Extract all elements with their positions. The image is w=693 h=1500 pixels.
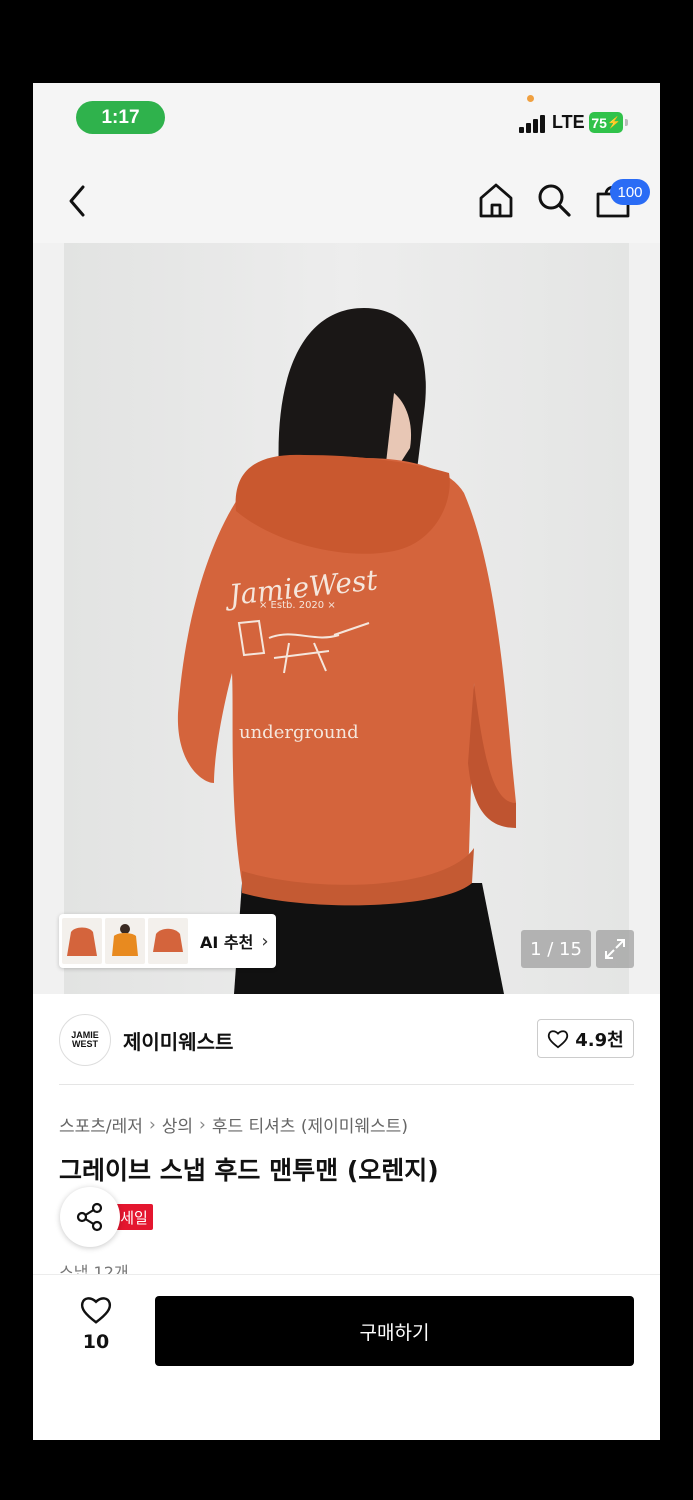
mic-indicator-icon — [527, 95, 534, 102]
home-icon[interactable] — [477, 181, 515, 219]
brand-like-button[interactable]: 4.9천 — [537, 1019, 634, 1058]
ai-recommend-label: AI 추천 — [200, 933, 254, 952]
product-title: 그레이브 스냅 후드 맨투맨 (오렌지) — [59, 1156, 439, 1185]
buy-button[interactable]: 구매하기 — [155, 1296, 634, 1366]
battery-cap — [625, 119, 628, 126]
image-counter: 1 / 15 — [521, 930, 591, 968]
status-time: 1:17 — [76, 101, 165, 134]
search-icon[interactable] — [535, 181, 573, 219]
model-illustration: JamieWest × Estb. 2020 × underground — [177, 308, 516, 994]
battery-level: 75 — [591, 114, 607, 131]
recommend-thumb-1[interactable] — [62, 918, 102, 964]
brand-logo[interactable]: JAMIE WEST — [59, 1014, 111, 1066]
app-screen: 1:17 LTE 75 ⚡ 100 JamieWest × Estb. 2020… — [33, 83, 660, 1440]
hoodie-print-underground: underground — [239, 722, 359, 743]
bottom-action-bar: 10 구매하기 — [33, 1274, 660, 1440]
expand-icon[interactable] — [596, 930, 634, 968]
chevron-right-icon: › — [261, 930, 269, 952]
brand-logo-line2: WEST — [72, 1039, 98, 1049]
status-bar: 1:17 LTE 75 ⚡ — [33, 83, 660, 153]
chevron-right-icon: › — [148, 1114, 156, 1135]
share-icon — [76, 1202, 103, 1232]
breadcrumb: 스포츠/레저 › 상의 › 후드 티셔츠 (제이미웨스트) — [59, 1112, 408, 1138]
chevron-right-icon: › — [199, 1114, 206, 1135]
product-gallery[interactable]: JamieWest × Estb. 2020 × underground AI … — [33, 243, 660, 994]
brand-name[interactable]: 제이미웨스트 — [123, 1026, 233, 1055]
recommend-thumb-3[interactable] — [148, 918, 188, 964]
top-nav — [33, 153, 660, 243]
brand-like-count: 4.9천 — [575, 1029, 624, 1051]
breadcrumb-item[interactable]: 스포츠/레저 — [59, 1112, 143, 1137]
back-icon[interactable] — [63, 181, 93, 221]
network-label: LTE — [552, 112, 585, 132]
breadcrumb-item[interactable]: 후드 티셔츠 (제이미웨스트) — [212, 1112, 408, 1137]
brand-row[interactable]: JAMIE WEST 제이미웨스트 4.9천 — [33, 994, 660, 1086]
share-button[interactable] — [60, 1187, 120, 1247]
heart-outline-icon — [548, 1029, 569, 1048]
hoodie-print-estb: × Estb. 2020 × — [259, 600, 336, 611]
battery-icon: 75 ⚡ — [589, 112, 623, 133]
cart-count-badge: 100 — [610, 179, 650, 205]
recommend-thumb-2[interactable] — [105, 918, 145, 964]
product-photo[interactable]: JamieWest × Estb. 2020 × underground — [64, 243, 629, 994]
sale-badge: 세일 — [115, 1204, 153, 1230]
heart-outline-icon — [80, 1297, 112, 1324]
breadcrumb-item[interactable]: 상의 — [162, 1112, 193, 1137]
signal-icon — [519, 115, 549, 133]
wishlist-button[interactable]: 10 — [73, 1295, 119, 1353]
wishlist-count: 10 — [82, 1331, 110, 1353]
ai-recommend-strip[interactable]: AI 추천 › — [59, 914, 276, 968]
divider — [59, 1084, 634, 1085]
